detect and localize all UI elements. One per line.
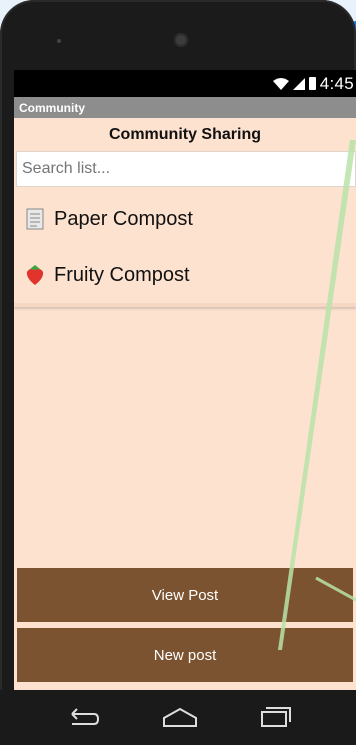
list-item-label: Paper Compost	[54, 207, 193, 230]
search-input[interactable]	[16, 151, 356, 187]
front-camera	[174, 33, 188, 47]
wifi-icon	[272, 77, 289, 90]
page-title: Community Sharing	[108, 125, 261, 143]
app-title: Community	[19, 100, 85, 115]
post-list: Paper Compost Fruity Compost	[14, 191, 356, 307]
signal-icon	[292, 77, 305, 90]
strawberry-icon	[24, 264, 46, 286]
list-item-paper-compost[interactable]: Paper Compost	[14, 191, 356, 247]
view-post-button[interactable]: View Post	[17, 568, 353, 622]
app-title-bar: Community	[14, 97, 356, 118]
list-item-fruity-compost[interactable]: Fruity Compost	[14, 247, 356, 303]
back-icon[interactable]	[66, 706, 100, 728]
paper-icon	[24, 208, 46, 230]
list-divider	[14, 303, 356, 307]
battery-icon	[308, 77, 316, 90]
home-icon[interactable]	[161, 706, 199, 728]
clock: 4:45	[319, 73, 354, 93]
navigation-bar	[0, 690, 356, 745]
recent-apps-icon[interactable]	[258, 706, 292, 728]
new-post-button[interactable]: New post	[17, 628, 353, 682]
list-item-label: Fruity Compost	[54, 263, 190, 286]
app-screen: 4:45 Community Community Sharing P	[14, 70, 356, 690]
action-buttons: View Post New post	[17, 562, 353, 682]
status-bar: 4:45	[14, 70, 356, 97]
phone-frame: 4:45 Community Community Sharing P	[0, 0, 356, 745]
sensor-dot	[57, 39, 61, 43]
